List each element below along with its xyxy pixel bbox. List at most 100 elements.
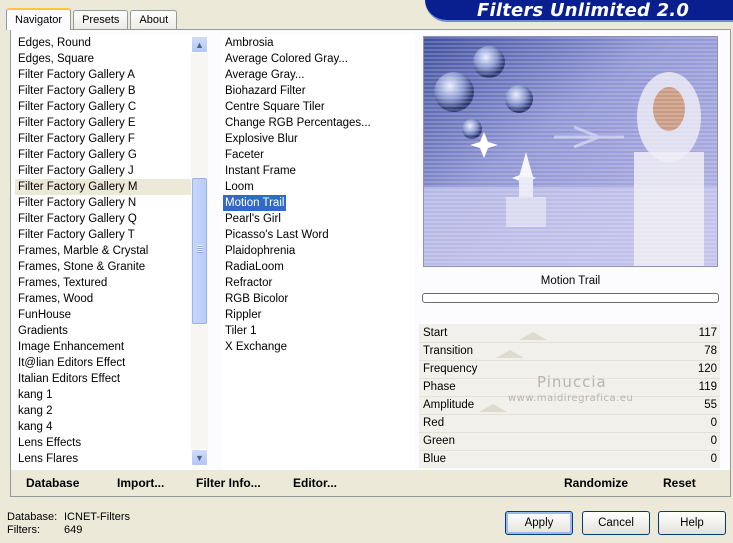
param-row-blue[interactable]: Blue 0 <box>419 450 720 468</box>
tab-navigator[interactable]: Navigator <box>6 8 72 30</box>
param-row-transition[interactable]: Transition 78 <box>419 342 720 360</box>
filter-item[interactable]: Picasso's Last Word <box>222 227 415 243</box>
category-item[interactable]: Filter Factory Gallery F <box>15 131 208 147</box>
filter-info-button[interactable]: Filter Info... <box>196 476 261 490</box>
param-row-red[interactable]: Red 0 <box>419 414 720 432</box>
category-list[interactable]: Edges, Round Edges, Square Filter Factory … <box>15 35 208 467</box>
filter-item[interactable]: Explosive Blur <box>222 131 415 147</box>
filter-item[interactable]: Rippler <box>222 307 415 323</box>
apply-button[interactable]: Apply <box>505 511 573 535</box>
filters-label: Filters: <box>7 524 40 536</box>
param-row-start[interactable]: Start 117 <box>419 324 720 342</box>
scroll-up-button[interactable]: ▲ <box>191 36 208 53</box>
help-button[interactable]: Help <box>658 511 726 535</box>
filter-item-label: Explosive Blur <box>225 133 298 145</box>
filter-item[interactable]: Plaidophrenia <box>222 243 415 259</box>
filter-item[interactable]: RGB Bicolor <box>222 291 415 307</box>
cancel-button[interactable]: Cancel <box>582 511 650 535</box>
scroll-thumb[interactable] <box>192 178 207 324</box>
filter-item-label: Ambrosia <box>225 37 274 49</box>
category-item[interactable]: Filter Factory Gallery N <box>15 195 208 211</box>
category-item[interactable]: Image Enhancement <box>15 339 208 355</box>
param-label: Transition <box>423 345 474 357</box>
tab-about[interactable]: About <box>130 10 178 29</box>
app-title: Filters Unlimited 2.0 <box>477 0 690 21</box>
category-scrollbar[interactable]: ▲ ▼ <box>191 36 208 466</box>
preview-filter-name: Motion Trail <box>540 275 601 287</box>
filter-item-label: Loom <box>225 181 254 193</box>
filter-item-label: Centre Square Tiler <box>225 101 325 113</box>
category-item[interactable]: Filter Factory Gallery T <box>15 227 208 243</box>
category-item[interactable]: Frames, Marble & Crystal <box>15 243 208 259</box>
watermark-site: www.maidiregrafica.eu <box>508 393 634 404</box>
filter-item-label: Picasso's Last Word <box>225 229 329 241</box>
filter-item[interactable]: Instant Frame <box>222 163 415 179</box>
filter-item-label: Change RGB Percentages... <box>225 117 371 129</box>
category-item[interactable]: kang 1 <box>15 387 208 403</box>
filter-item[interactable]: Biohazard Filter <box>222 83 415 99</box>
param-value: 0 <box>710 435 717 447</box>
filter-item[interactable]: Average Gray... <box>222 67 415 83</box>
param-label: Start <box>423 327 448 339</box>
filter-item[interactable]: Tiler 1 <box>222 323 415 339</box>
filter-item[interactable]: Refractor <box>222 275 415 291</box>
tab-presets[interactable]: Presets <box>73 10 129 29</box>
category-item[interactable]: Lens Flares <box>15 451 208 467</box>
param-label: Red <box>423 417 445 429</box>
category-item[interactable]: Filter Factory Gallery G <box>15 147 208 163</box>
import-button[interactable]: Import... <box>117 476 164 490</box>
watermark-name: Pinuccia <box>537 373 607 391</box>
app-banner: Filters Unlimited 2.0 <box>425 0 733 22</box>
filter-list[interactable]: Ambrosia Average Colored Gray... Average G… <box>222 35 415 467</box>
filter-item[interactable]: Ambrosia <box>222 35 415 51</box>
category-item[interactable]: Filter Factory Gallery E <box>15 115 208 131</box>
filter-item[interactable]: Loom <box>222 179 415 195</box>
editor-button[interactable]: Editor... <box>293 476 337 490</box>
database-button[interactable]: Database <box>26 476 79 490</box>
category-item[interactable]: Edges, Round <box>15 35 208 51</box>
category-item[interactable]: Frames, Stone & Granite <box>15 259 208 275</box>
filter-item[interactable]: Faceter <box>222 147 415 163</box>
category-item[interactable]: Edges, Square <box>15 51 208 67</box>
filter-item[interactable]: X Exchange <box>222 339 415 355</box>
filter-item[interactable]: Pearl's Girl <box>222 211 415 227</box>
category-item[interactable]: FunHouse <box>15 307 208 323</box>
category-item[interactable]: Italian Editors Effect <box>15 371 208 387</box>
param-value: 78 <box>704 345 717 357</box>
filter-item-label: Faceter <box>225 149 264 161</box>
filter-item-label: Average Colored Gray... <box>225 53 348 65</box>
category-item[interactable]: Filter Factory Gallery M <box>15 179 208 195</box>
database-value: ICNET-Filters <box>64 511 130 523</box>
category-item[interactable]: Filter Factory Gallery A <box>15 67 208 83</box>
randomize-button[interactable]: Randomize <box>564 476 628 490</box>
grip-icon <box>197 245 203 253</box>
chevron-up-icon: ▲ <box>195 39 204 50</box>
filter-item[interactable]: Average Colored Gray... <box>222 51 415 67</box>
category-item[interactable]: Frames, Textured <box>15 275 208 291</box>
param-row-green[interactable]: Green 0 <box>419 432 720 450</box>
param-label: Green <box>423 435 455 447</box>
reset-button[interactable]: Reset <box>663 476 696 490</box>
filter-item-label: Plaidophrenia <box>225 245 296 257</box>
category-item[interactable]: Gradients <box>15 323 208 339</box>
category-item[interactable]: kang 2 <box>15 403 208 419</box>
category-item[interactable]: kang 4 <box>15 419 208 435</box>
filter-item[interactable]: Centre Square Tiler <box>222 99 415 115</box>
param-label: Amplitude <box>423 399 475 411</box>
category-item[interactable]: Filter Factory Gallery B <box>15 83 208 99</box>
filter-item[interactable]: Change RGB Percentages... <box>222 115 415 131</box>
category-item[interactable]: It@lian Editors Effect <box>15 355 208 371</box>
scroll-down-button[interactable]: ▼ <box>191 449 208 466</box>
param-label: Frequency <box>423 363 478 375</box>
database-label: Database: <box>7 511 58 523</box>
param-label: Phase <box>423 381 456 393</box>
category-item[interactable]: Filter Factory Gallery J <box>15 163 208 179</box>
filter-item[interactable]: RadiaLoom <box>222 259 415 275</box>
category-item[interactable]: Lens Effects <box>15 435 208 451</box>
category-item[interactable]: Frames, Wood <box>15 291 208 307</box>
category-item[interactable]: Filter Factory Gallery Q <box>15 211 208 227</box>
category-item[interactable]: Filter Factory Gallery C <box>15 99 208 115</box>
filter-item[interactable]: Motion Trail <box>222 195 415 211</box>
filter-item-label: Rippler <box>225 309 262 321</box>
param-label: Blue <box>423 453 447 465</box>
